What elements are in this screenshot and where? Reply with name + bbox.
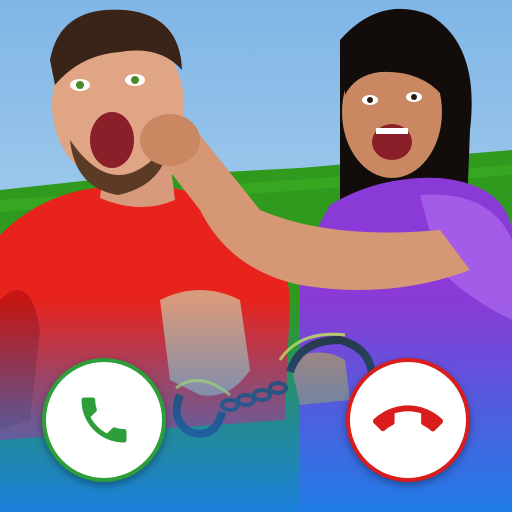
- accept-call-button[interactable]: [42, 358, 166, 482]
- phone-decline-icon: [373, 405, 443, 432]
- phone-accept-icon: [81, 397, 127, 443]
- decline-call-button[interactable]: [346, 358, 470, 482]
